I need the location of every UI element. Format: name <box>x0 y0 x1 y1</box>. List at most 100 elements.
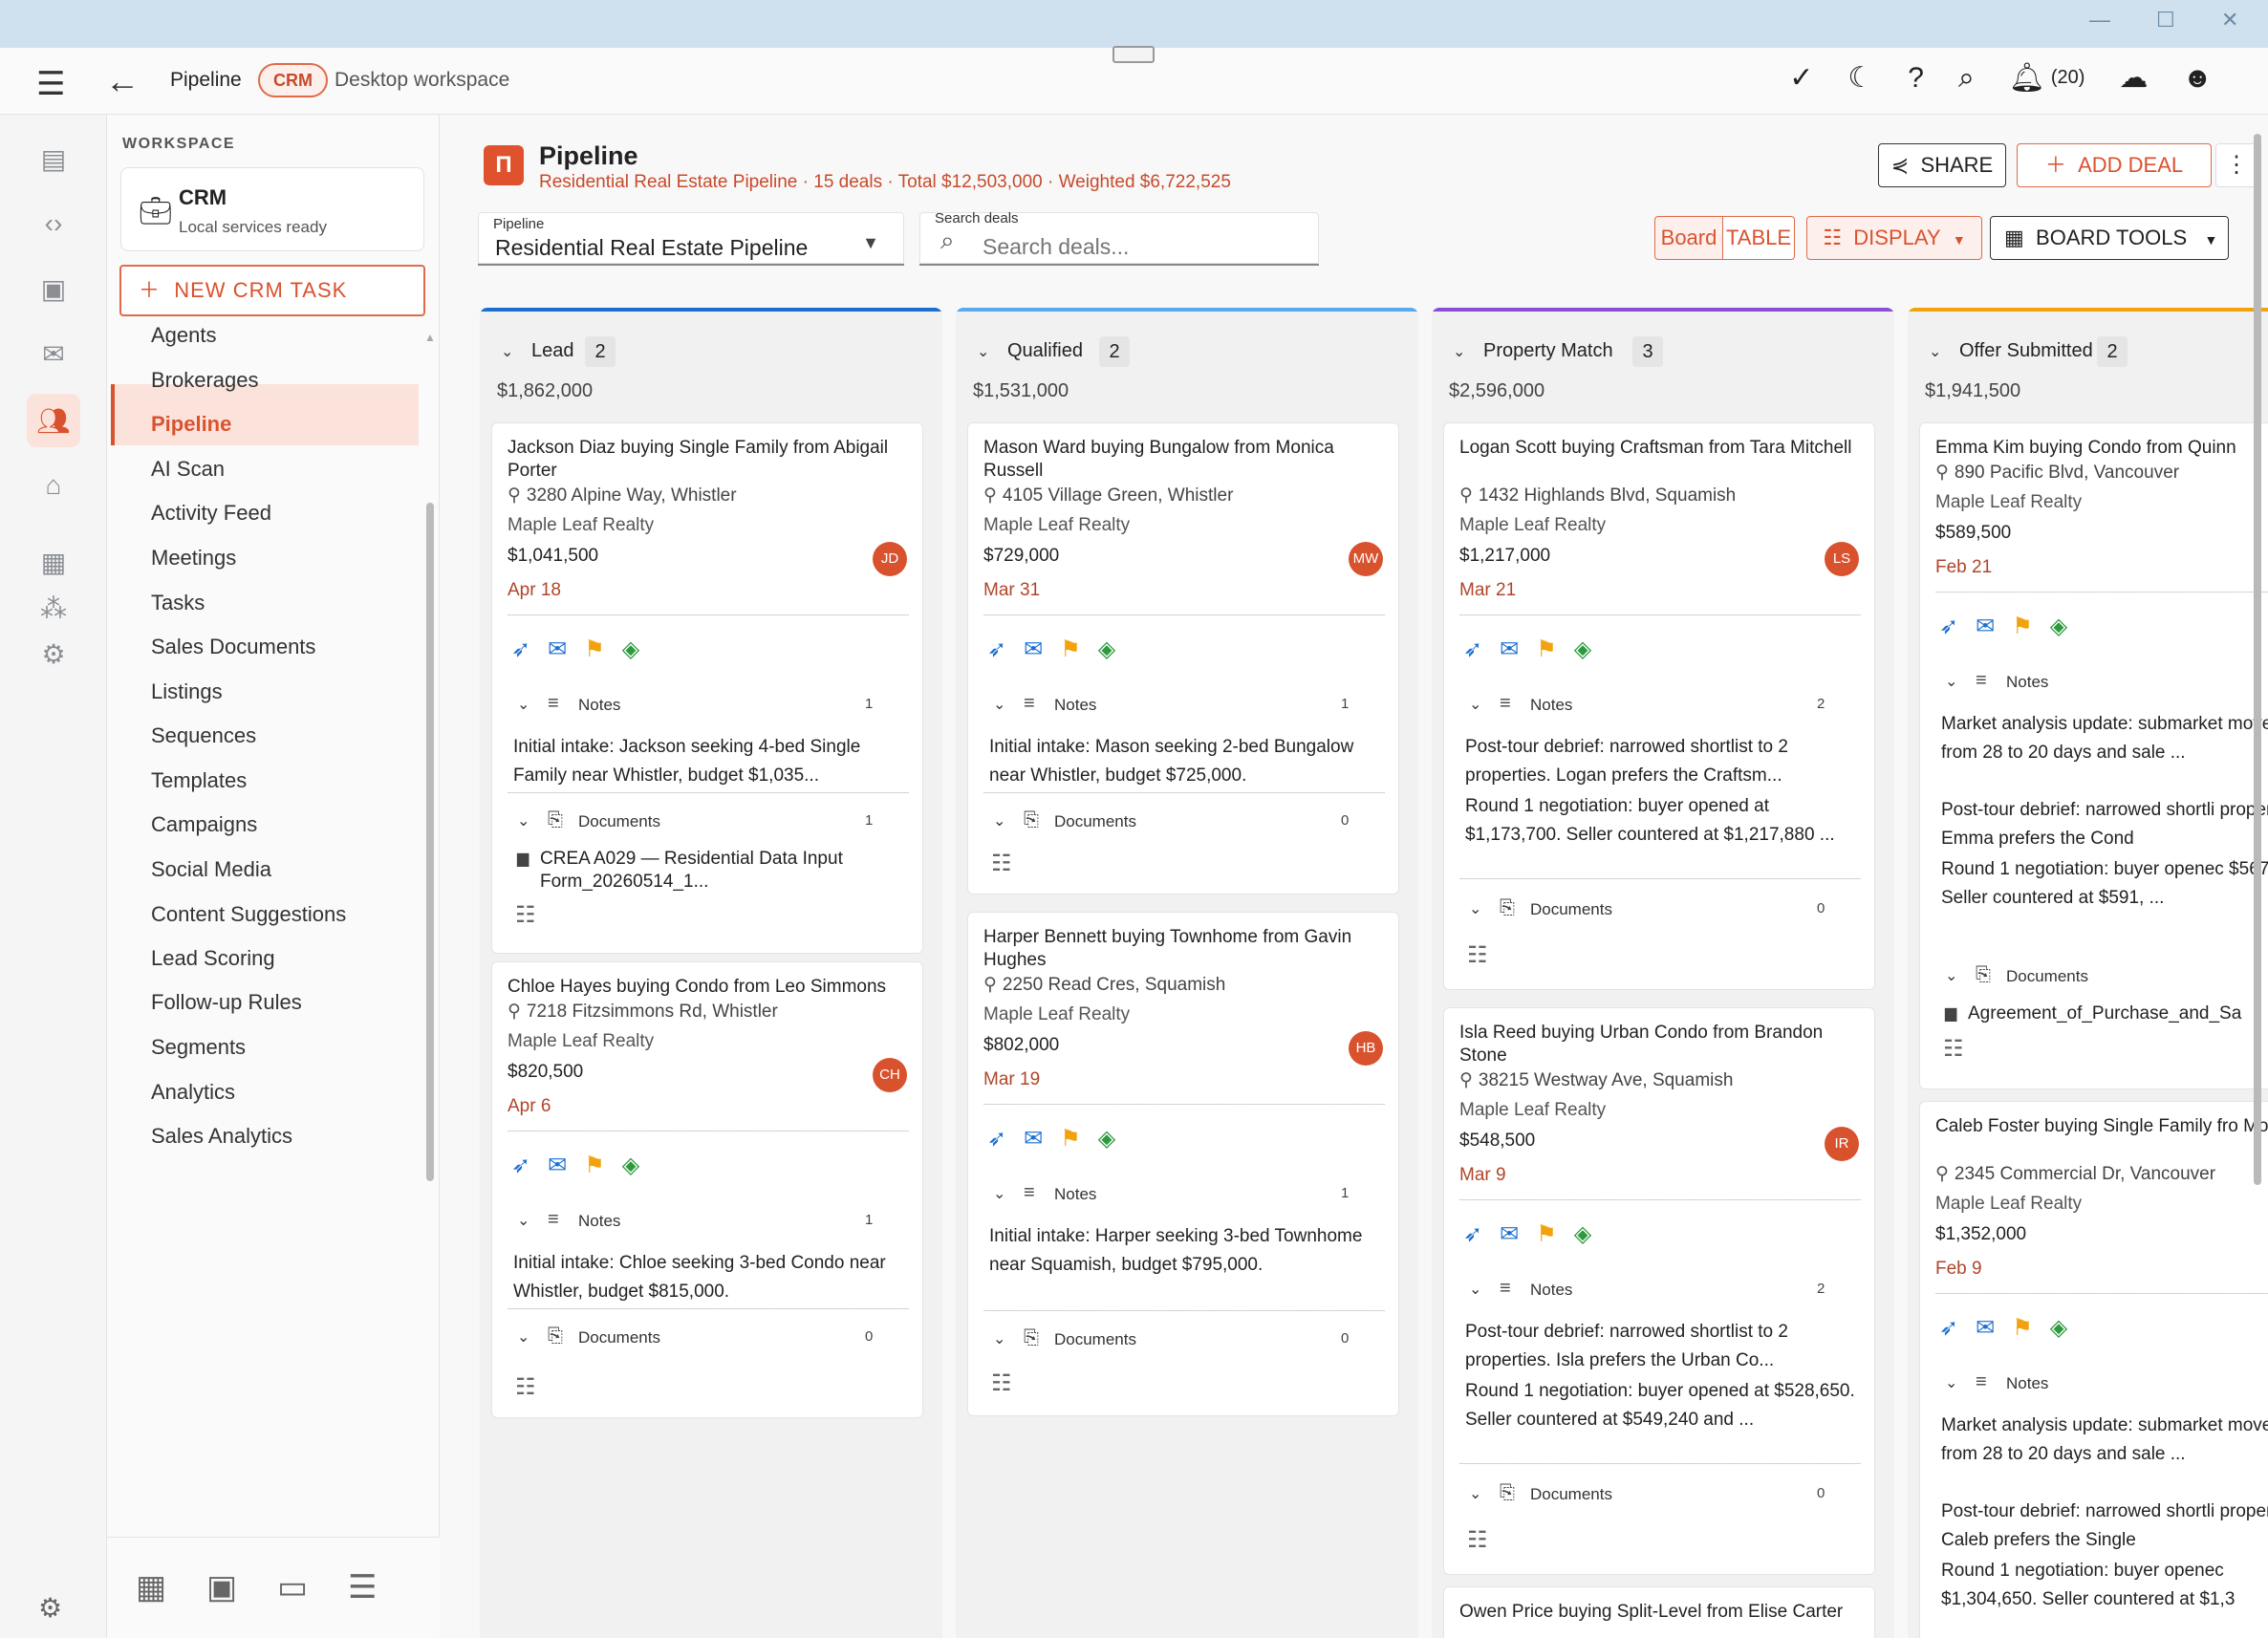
notes-section-header[interactable]: ⌄ ≡ Notes 2 <box>1469 1278 1851 1304</box>
agent-avatar[interactable]: LS <box>1825 542 1859 576</box>
flag-icon[interactable]: ⚑ <box>584 1152 605 1179</box>
deal-title[interactable]: Mason Ward buying Bungalow from Monica R… <box>983 437 1385 483</box>
home-icon[interactable]: ⌂ <box>27 459 80 512</box>
notes-section-header[interactable]: ⌄ ≡ Notes 1 <box>993 693 1375 720</box>
agent-avatar[interactable]: HB <box>1349 1031 1383 1066</box>
workspace-card[interactable]: 💼︎ CRM Local services ready <box>120 167 424 251</box>
collapse-chevron-icon[interactable]: ⌄ <box>1929 342 1941 361</box>
flag-icon[interactable]: ⚑ <box>1536 1220 1557 1248</box>
deal-title[interactable]: Emma Kim buying Condo from Quinn <box>1935 437 2268 460</box>
rocket-icon[interactable]: ➶ <box>1939 1314 1958 1342</box>
settings-gear-icon[interactable]: ⚙ <box>38 1592 62 1624</box>
minimize-icon[interactable]: — <box>2089 8 2110 32</box>
tune-icon[interactable]: ☷ <box>1467 1526 1488 1554</box>
notes-section-header[interactable]: ⌄ ≡ Notes 2 <box>1469 693 1851 720</box>
settings-cogs-icon[interactable]: ⚙ <box>27 627 80 680</box>
handshake-icon[interactable]: ◈ <box>622 1152 639 1179</box>
cloud-icon[interactable]: ☁ <box>2119 61 2148 95</box>
sidebar-item-sales-analytics[interactable]: Sales Analytics <box>151 1124 292 1149</box>
rocket-icon[interactable]: ➶ <box>511 636 530 663</box>
maximize-icon[interactable]: ☐ <box>2156 8 2175 32</box>
handshake-icon[interactable]: ◈ <box>622 636 639 663</box>
notes-section-header[interactable]: ⌄ ≡ Notes 1 <box>517 693 899 720</box>
deal-card-chloe-hayes[interactable]: Chloe Hayes buying Condo from Leo Simmon… <box>491 961 923 1418</box>
sidebar-item-brokerages[interactable]: Brokerages <box>151 368 259 393</box>
sidebar-item-social-media[interactable]: Social Media <box>151 857 271 882</box>
flag-icon[interactable]: ⚑ <box>1536 636 1557 663</box>
check-circle-icon[interactable]: ✓ <box>1789 61 1813 95</box>
back-arrow-icon[interactable]: ← <box>105 61 140 101</box>
deal-title[interactable]: Chloe Hayes buying Condo from Leo Simmon… <box>508 976 909 999</box>
view-table-toggle[interactable]: TABLE <box>1722 216 1795 260</box>
notes-section-header[interactable]: ⌄ ≡ Notes <box>1945 670 2268 697</box>
sidebar-item-agents[interactable]: Agents <box>151 323 217 348</box>
deal-card-isla-reed[interactable]: Isla Reed buying Urban Condo from Brando… <box>1443 1007 1875 1575</box>
sidebar-item-content-suggestions[interactable]: Content Suggestions <box>151 902 346 927</box>
breadcrumb-pipeline[interactable]: Pipeline <box>170 69 242 92</box>
documents-section-header[interactable]: ⌄ ⎘ Documents 0 <box>517 1325 899 1352</box>
documents-section-header[interactable]: ⌄ ⎘ Documents 0 <box>993 809 1375 836</box>
scroll-up-icon[interactable]: ▲ <box>424 331 436 344</box>
handshake-icon[interactable]: ◈ <box>2050 1314 2067 1342</box>
deal-card-logan-scott[interactable]: Logan Scott buying Craftsman from Tara M… <box>1443 422 1875 990</box>
rocket-icon[interactable]: ➶ <box>511 1152 530 1179</box>
document-item[interactable]: ▆ Agreement_of_Purchase_and_Sa <box>1945 1002 2268 1025</box>
search-icon[interactable]: ⌕ <box>1958 62 1975 95</box>
flag-icon[interactable]: ⚑ <box>2012 1314 2033 1342</box>
sidebar-item-follow-up-rules[interactable]: Follow-up Rules <box>151 990 302 1015</box>
documents-section-header[interactable]: ⌄ ⎘ Documents 0 <box>1469 1482 1851 1509</box>
sidebar-scrollbar[interactable] <box>426 503 434 1181</box>
search-deals-field[interactable]: Search deals ⌕ <box>919 210 1319 266</box>
sidebar-item-pipeline[interactable]: Pipeline <box>151 412 231 437</box>
deal-title[interactable]: Logan Scott buying Craftsman from Tara M… <box>1459 437 1861 460</box>
crm-badge[interactable]: CRM <box>258 63 328 97</box>
sidebar-item-sales-documents[interactable]: Sales Documents <box>151 635 315 659</box>
deal-title[interactable]: Jackson Diaz buying Single Family from A… <box>508 437 909 483</box>
documents-section-header[interactable]: ⌄ ⎘ Documents <box>1945 964 2268 991</box>
tune-icon[interactable]: ☷ <box>515 901 536 929</box>
sidebar-item-analytics[interactable]: Analytics <box>151 1080 235 1105</box>
tune-icon[interactable]: ☷ <box>1467 941 1488 969</box>
tune-icon[interactable]: ☷ <box>1943 1035 1964 1063</box>
notes-section-header[interactable]: ⌄ ≡ Notes <box>1945 1371 2268 1398</box>
deal-card-owen-price[interactable]: Owen Price buying Split-Level from Elise… <box>1443 1586 1875 1638</box>
send-email-icon[interactable]: ✉ <box>1976 1314 1995 1342</box>
send-email-icon[interactable]: ✉ <box>1976 613 1995 640</box>
pipeline-select[interactable]: Pipeline Residential Real Estate Pipelin… <box>478 212 904 266</box>
message-icon[interactable]: ▭ <box>277 1568 308 1606</box>
rocket-icon[interactable]: ➶ <box>1463 636 1482 663</box>
view-board-toggle[interactable]: Board <box>1654 216 1723 260</box>
deal-card-mason-ward[interactable]: Mason Ward buying Bungalow from Monica R… <box>967 422 1399 894</box>
handshake-icon[interactable]: ◈ <box>1098 1125 1115 1153</box>
drag-handle[interactable] <box>1112 46 1155 63</box>
send-email-icon[interactable]: ✉ <box>548 1152 567 1179</box>
flag-icon[interactable]: ⚑ <box>2012 613 2033 640</box>
sidebar-item-sequences[interactable]: Sequences <box>151 723 256 748</box>
flag-icon[interactable]: ⚑ <box>1060 1125 1081 1153</box>
notes-section-header[interactable]: ⌄ ≡ Notes 1 <box>517 1209 899 1236</box>
send-email-icon[interactable]: ✉ <box>1024 636 1043 663</box>
deal-title[interactable]: Owen Price buying Split-Level from Elise… <box>1459 1601 1861 1624</box>
deal-title[interactable]: Caleb Foster buying Single Family fro Mo… <box>1935 1115 2268 1138</box>
deal-card-jackson-diaz[interactable]: Jackson Diaz buying Single Family from A… <box>491 422 923 954</box>
rocket-icon[interactable]: ➶ <box>1463 1220 1482 1248</box>
board-tools-button[interactable]: ▦ BOARD TOOLS ▼ <box>1990 216 2229 260</box>
tune-icon[interactable]: ☷ <box>991 850 1012 877</box>
send-email-icon[interactable]: ✉ <box>1500 636 1519 663</box>
main-scrollbar[interactable] <box>2254 134 2261 1185</box>
tune-icon[interactable]: ☷ <box>991 1369 1012 1397</box>
menu-icon[interactable]: ☰ <box>36 65 65 103</box>
sidebar-item-segments[interactable]: Segments <box>151 1035 246 1060</box>
deal-card-emma-kim[interactable]: Emma Kim buying Condo from Quinn ⚲ 890 Pa… <box>1919 422 2268 1089</box>
contact-card-icon[interactable]: ▣ <box>206 1568 237 1606</box>
deal-title[interactable]: Isla Reed buying Urban Condo from Brando… <box>1459 1022 1861 1067</box>
documents-section-header[interactable]: ⌄ ⎘ Documents 0 <box>993 1327 1375 1354</box>
handshake-icon[interactable]: ◈ <box>2050 613 2067 640</box>
collapse-chevron-icon[interactable]: ⌄ <box>501 342 513 361</box>
close-icon[interactable]: ✕ <box>2221 8 2238 32</box>
more-options-button[interactable]: ⋮ <box>2215 143 2257 187</box>
rocket-icon[interactable]: ➶ <box>987 636 1006 663</box>
documents-section-header[interactable]: ⌄ ⎘ Documents 1 <box>517 809 899 836</box>
collapse-chevron-icon[interactable]: ⌄ <box>1453 342 1465 361</box>
search-deals-input[interactable] <box>983 233 1288 260</box>
